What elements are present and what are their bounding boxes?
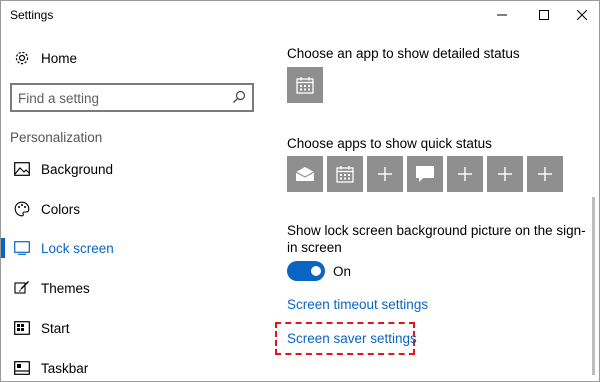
plus-icon [458,167,472,181]
taskbar-icon [13,359,31,377]
palette-icon [13,200,31,218]
quick-status-tile-add-4[interactable] [527,156,563,192]
close-button[interactable] [565,1,599,29]
quick-status-tile-calendar[interactable] [327,156,363,192]
sidebar-item-start[interactable]: Start [1,309,263,347]
maximize-button[interactable] [527,1,561,29]
title-bar: Settings [1,1,599,29]
sidebar-item-themes[interactable]: Themes [1,269,263,307]
image-icon [13,160,31,178]
quick-status-tile-add-1[interactable] [367,156,403,192]
main-content: Choose an app to show detailed status Ch… [263,29,588,381]
sidebar-item-background[interactable]: Background [1,150,263,188]
search-icon[interactable] [232,90,246,104]
search-box[interactable] [10,83,254,112]
sidebar-item-label: Background [41,161,114,177]
plus-icon [538,167,552,181]
quick-status-tile-message[interactable] [407,156,443,192]
close-icon [577,10,587,20]
plus-icon [498,167,512,181]
sidebar-item-lock-screen[interactable]: Lock screen [1,229,263,267]
start-icon [13,319,31,337]
window-title: Settings [10,8,54,22]
signin-background-toggle[interactable] [287,261,325,281]
sidebar-item-label: Themes [41,280,90,296]
sidebar-item-label: Lock screen [41,240,114,256]
screen-saver-settings-link[interactable]: Screen saver settings [287,331,417,346]
settings-window: Settings Home Personalization [0,0,600,382]
quick-status-tile-mail[interactable] [287,156,323,192]
search-input[interactable] [18,89,228,107]
gear-icon [13,49,31,67]
sidebar-item-label: Colors [41,201,81,217]
toggle-knob [311,266,321,276]
quick-status-heading: Choose apps to show quick status [287,136,492,151]
maximize-icon [539,10,549,20]
sidebar-item-label: Taskbar [41,360,89,376]
message-icon [416,166,434,182]
plus-icon [378,167,392,181]
quick-status-tile-add-3[interactable] [487,156,523,192]
toggle-state-label: On [333,264,352,279]
detailed-status-heading: Choose an app to show detailed status [287,46,520,61]
calendar-icon [336,166,354,183]
screen-timeout-settings-link[interactable]: Screen timeout settings [287,297,428,312]
mail-icon [295,167,315,181]
signin-background-heading: Show lock screen background picture on t… [287,223,586,255]
scrollbar[interactable] [592,197,595,375]
sidebar-item-taskbar[interactable]: Taskbar [1,349,263,381]
brush-icon [13,279,31,297]
calendar-icon [296,77,314,94]
section-title: Personalization [10,130,103,145]
sidebar-item-label: Start [41,320,70,336]
sidebar-item-label: Home [41,50,78,66]
sidebar: Home Personalization Background Colors [1,29,263,381]
sidebar-item-colors[interactable]: Colors [1,190,263,228]
lock-screen-icon [13,239,31,257]
minimize-button[interactable] [485,1,519,29]
minimize-icon [497,14,507,16]
quick-status-tile-add-2[interactable] [447,156,483,192]
sidebar-item-home[interactable]: Home [1,39,263,77]
detailed-status-app-tile[interactable] [287,67,323,103]
